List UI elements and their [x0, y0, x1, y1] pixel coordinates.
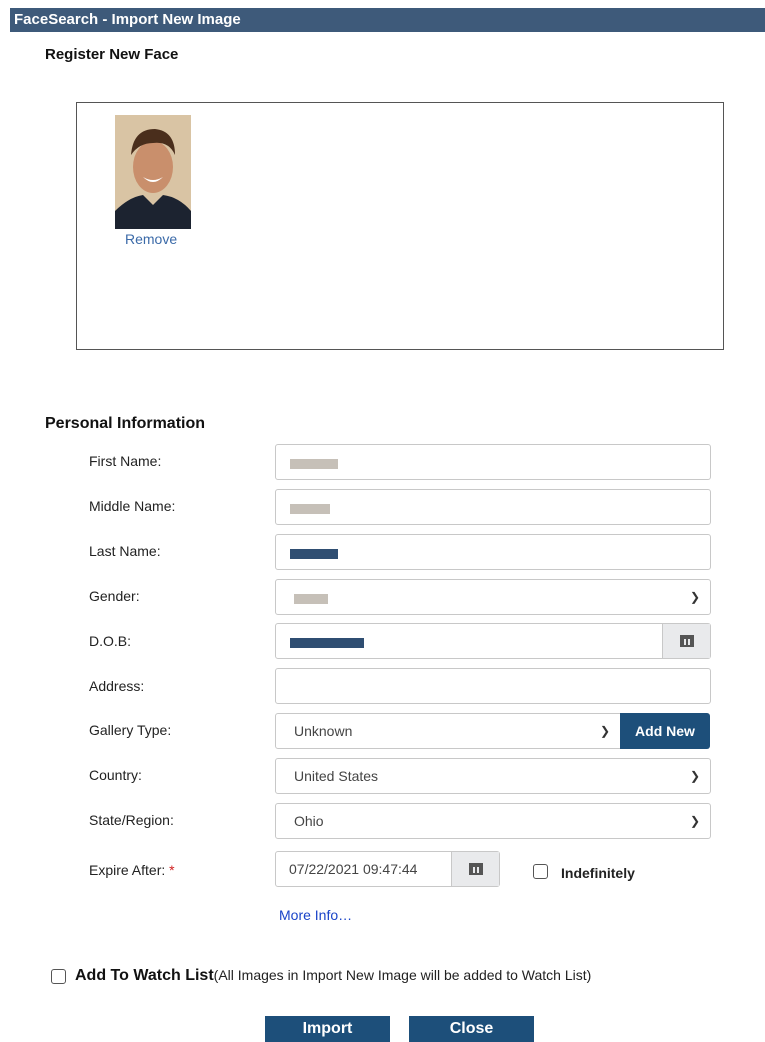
last-name-label: Last Name:	[89, 543, 161, 559]
watch-list-checkbox[interactable]	[51, 969, 66, 984]
country-value: United States	[294, 768, 379, 784]
remove-image-link[interactable]: Remove	[125, 231, 177, 247]
expire-label: Expire After: *	[89, 862, 175, 878]
redacted-value	[290, 549, 338, 559]
close-button[interactable]: Close	[409, 1016, 534, 1042]
indefinitely-label: Indefinitely	[561, 865, 635, 881]
watch-list-label: Add To Watch List(All Images in Import N…	[75, 967, 591, 985]
import-button[interactable]: Import	[265, 1016, 390, 1042]
state-label: State/Region:	[89, 812, 174, 828]
more-info-link[interactable]: More Info…	[279, 907, 352, 923]
address-field[interactable]	[275, 668, 711, 704]
indefinitely-checkbox[interactable]	[533, 864, 548, 879]
first-name-label: First Name:	[89, 453, 162, 469]
expire-calendar-button[interactable]	[451, 852, 499, 886]
country-label: Country:	[89, 767, 142, 783]
gender-label: Gender:	[89, 588, 140, 604]
personal-info-heading: Personal Information	[45, 415, 206, 432]
gallery-type-label: Gallery Type:	[89, 722, 172, 738]
calendar-icon	[468, 863, 483, 875]
register-heading: Register New Face	[45, 46, 179, 63]
redacted-value	[290, 638, 364, 648]
redacted-value	[290, 459, 338, 469]
expire-label-text: Expire After:	[89, 862, 166, 878]
window-title: FaceSearch - Import New Image	[10, 8, 765, 32]
gallery-type-select[interactable]: Unknown ❯	[275, 713, 621, 749]
image-panel: Remove	[76, 102, 724, 350]
country-select[interactable]: United States ❯	[275, 758, 711, 794]
gender-select[interactable]: ❯	[275, 579, 711, 615]
expire-date-field[interactable]: 07/22/2021 09:47:44	[275, 851, 500, 887]
expire-date-value: 07/22/2021 09:47:44	[289, 861, 418, 877]
address-label: Address:	[89, 678, 145, 694]
gallery-type-value: Unknown	[294, 723, 353, 739]
watch-list-label-text: Add To Watch List	[75, 967, 214, 984]
calendar-icon	[679, 635, 694, 647]
dob-field[interactable]	[275, 623, 711, 659]
add-new-gallery-button[interactable]: Add New	[620, 713, 710, 749]
middle-name-field[interactable]	[275, 489, 711, 525]
first-name-field[interactable]	[275, 444, 711, 480]
required-mark: *	[169, 862, 175, 878]
last-name-field[interactable]	[275, 534, 711, 570]
face-thumbnail	[115, 115, 191, 229]
chevron-down-icon: ❯	[689, 769, 700, 783]
dob-calendar-button[interactable]	[662, 624, 710, 658]
state-value: Ohio	[294, 813, 324, 829]
dob-label: D.O.B:	[89, 633, 132, 649]
watch-list-note: (All Images in Import New Image will be …	[213, 967, 592, 983]
redacted-value	[294, 594, 328, 604]
chevron-down-icon: ❯	[689, 814, 700, 828]
redacted-value	[290, 504, 330, 514]
chevron-down-icon: ❯	[599, 724, 610, 738]
chevron-down-icon: ❯	[689, 590, 700, 604]
state-select[interactable]: Ohio ❯	[275, 803, 711, 839]
middle-name-label: Middle Name:	[89, 498, 176, 514]
